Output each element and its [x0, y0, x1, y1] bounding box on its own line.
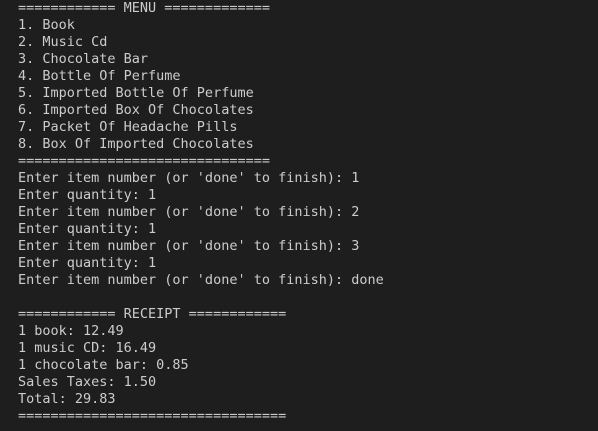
receipt-line: 1 book: 12.49 — [18, 323, 124, 339]
menu-item: 7. Packet Of Headache Pills — [18, 119, 238, 135]
prompt-line: Enter item number (or 'done' to finish):… — [18, 204, 360, 220]
menu-item: 5. Imported Bottle Of Perfume — [18, 85, 254, 101]
menu-item: 3. Chocolate Bar — [18, 51, 149, 67]
menu-item: 4. Bottle Of Perfume — [18, 68, 181, 84]
menu-item: 6. Imported Box Of Chocolates — [18, 102, 254, 118]
receipt-total: Total: 29.83 — [18, 391, 116, 407]
terminal-window[interactable]: ============ MENU ============= 1. Book … — [0, 0, 598, 431]
menu-header: ============ MENU ============= — [18, 0, 270, 16]
menu-footer: =============================== — [18, 153, 270, 169]
menu-item: 8. Box Of Imported Chocolates — [18, 136, 254, 152]
prompt-line: Enter quantity: 1 — [18, 221, 157, 237]
receipt-line: Sales Taxes: 1.50 — [18, 374, 157, 390]
receipt-header: ============ RECEIPT ============ — [18, 306, 287, 322]
receipt-line: 1 chocolate bar: 0.85 — [18, 357, 189, 373]
prompt-line: Enter item number (or 'done' to finish):… — [18, 238, 360, 254]
menu-item: 2. Music Cd — [18, 34, 108, 50]
prompt-line: Enter quantity: 1 — [18, 255, 157, 271]
prompt-line: Enter quantity: 1 — [18, 187, 157, 203]
prompt-line: Enter item number (or 'done' to finish):… — [18, 272, 384, 288]
receipt-line: 1 music CD: 16.49 — [18, 340, 157, 356]
menu-item: 1. Book — [18, 17, 75, 33]
prompt-line: Enter item number (or 'done' to finish):… — [18, 170, 360, 186]
receipt-footer: ================================= — [18, 408, 287, 424]
